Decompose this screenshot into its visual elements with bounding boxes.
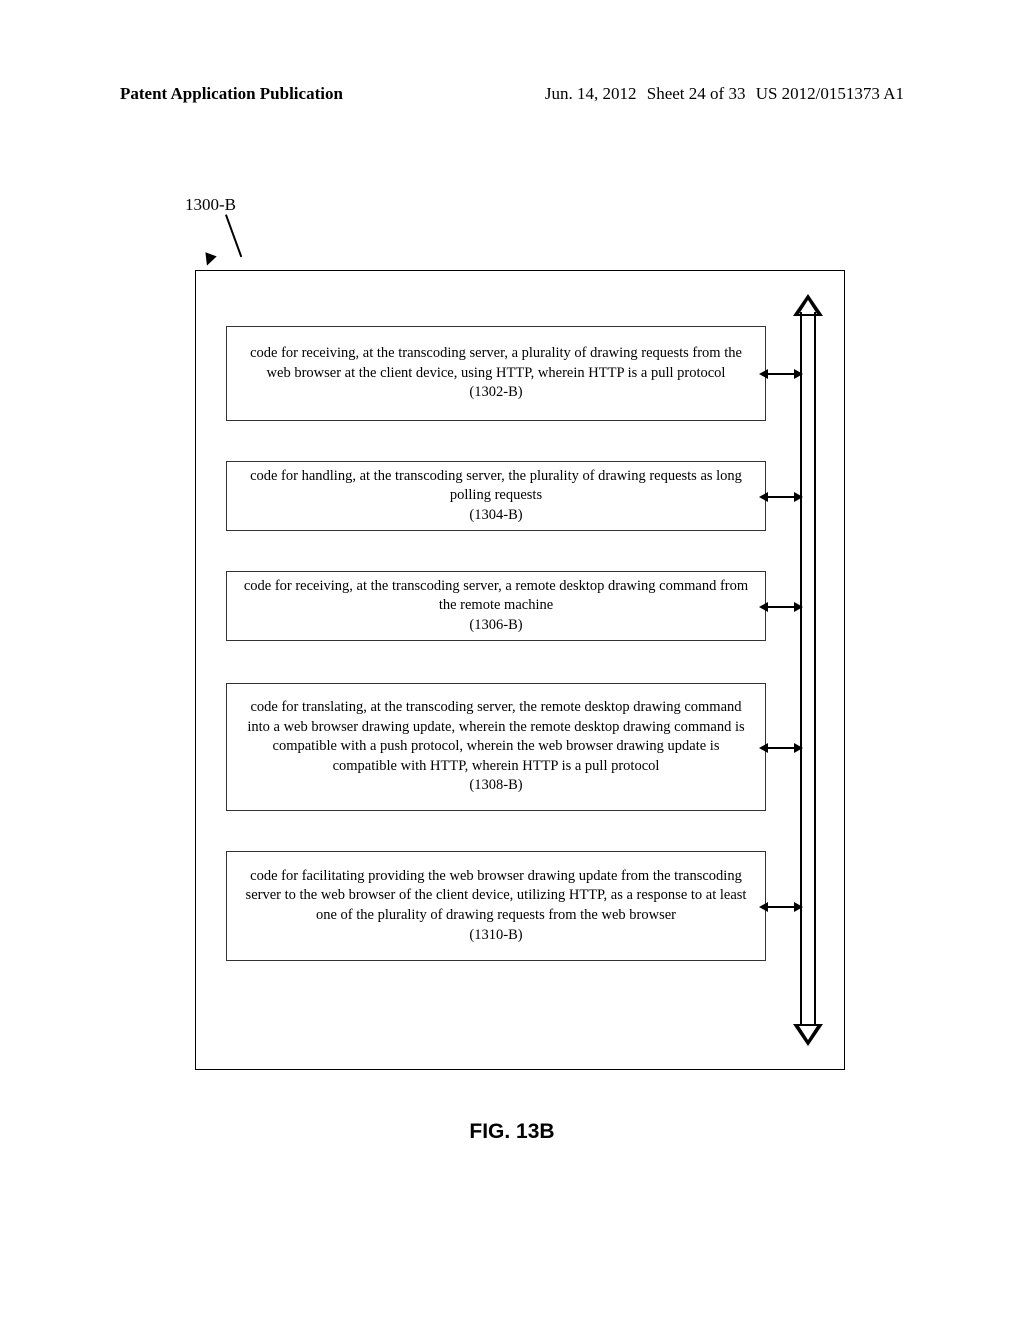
flow-block: code for translating, at the transcoding… [226, 683, 766, 811]
flow-block-text: code for handling, at the transcoding se… [241, 467, 751, 506]
flow-block: code for receiving, at the transcoding s… [226, 571, 766, 641]
flow-block-text: code for receiving, at the transcoding s… [241, 344, 751, 383]
arrow-shaft [800, 312, 802, 1028]
header-right: Jun. 14, 2012 Sheet 24 of 33 US 2012/015… [545, 84, 904, 104]
header-date: Jun. 14, 2012 [545, 84, 637, 103]
vertical-double-arrow-icon [797, 296, 819, 1044]
flow-container: code for receiving, at the transcoding s… [195, 270, 845, 1070]
connector-arrow-icon [767, 373, 795, 375]
flow-block: code for handling, at the transcoding se… [226, 461, 766, 531]
flow-block-text: code for facilitating providing the web … [241, 867, 751, 926]
connector-arrow-icon [767, 747, 795, 749]
label-arrow-head-icon [201, 252, 216, 267]
connector-arrow-icon [767, 906, 795, 908]
flow-block: code for facilitating providing the web … [226, 851, 766, 961]
flow-block-text: code for receiving, at the transcoding s… [241, 577, 751, 616]
arrow-down-icon [793, 1024, 823, 1046]
connector-arrow-icon [767, 496, 795, 498]
header-sheet: Sheet 24 of 33 [647, 84, 746, 103]
flow-block-id: (1302-B) [241, 383, 751, 403]
header-left: Patent Application Publication [120, 84, 343, 104]
flow-block-id: (1304-B) [241, 506, 751, 526]
header-pubno: US 2012/0151373 A1 [756, 84, 904, 103]
flow-block-id: (1310-B) [241, 926, 751, 946]
flow-block-id: (1308-B) [241, 776, 751, 796]
connector-arrow-icon [767, 606, 795, 608]
label-arrow-shaft [225, 214, 242, 257]
flow-block-text: code for translating, at the transcoding… [241, 698, 751, 776]
patent-page: Patent Application Publication Jun. 14, … [0, 0, 1024, 1320]
flow-block-id: (1306-B) [241, 616, 751, 636]
arrow-shaft [814, 312, 816, 1028]
page-header: Patent Application Publication Jun. 14, … [120, 84, 904, 104]
arrow-up-icon [793, 294, 823, 316]
flow-block: code for receiving, at the transcoding s… [226, 326, 766, 421]
figure-caption: FIG. 13B [0, 1120, 1024, 1144]
figure-reference-label: 1300-B [185, 195, 236, 215]
